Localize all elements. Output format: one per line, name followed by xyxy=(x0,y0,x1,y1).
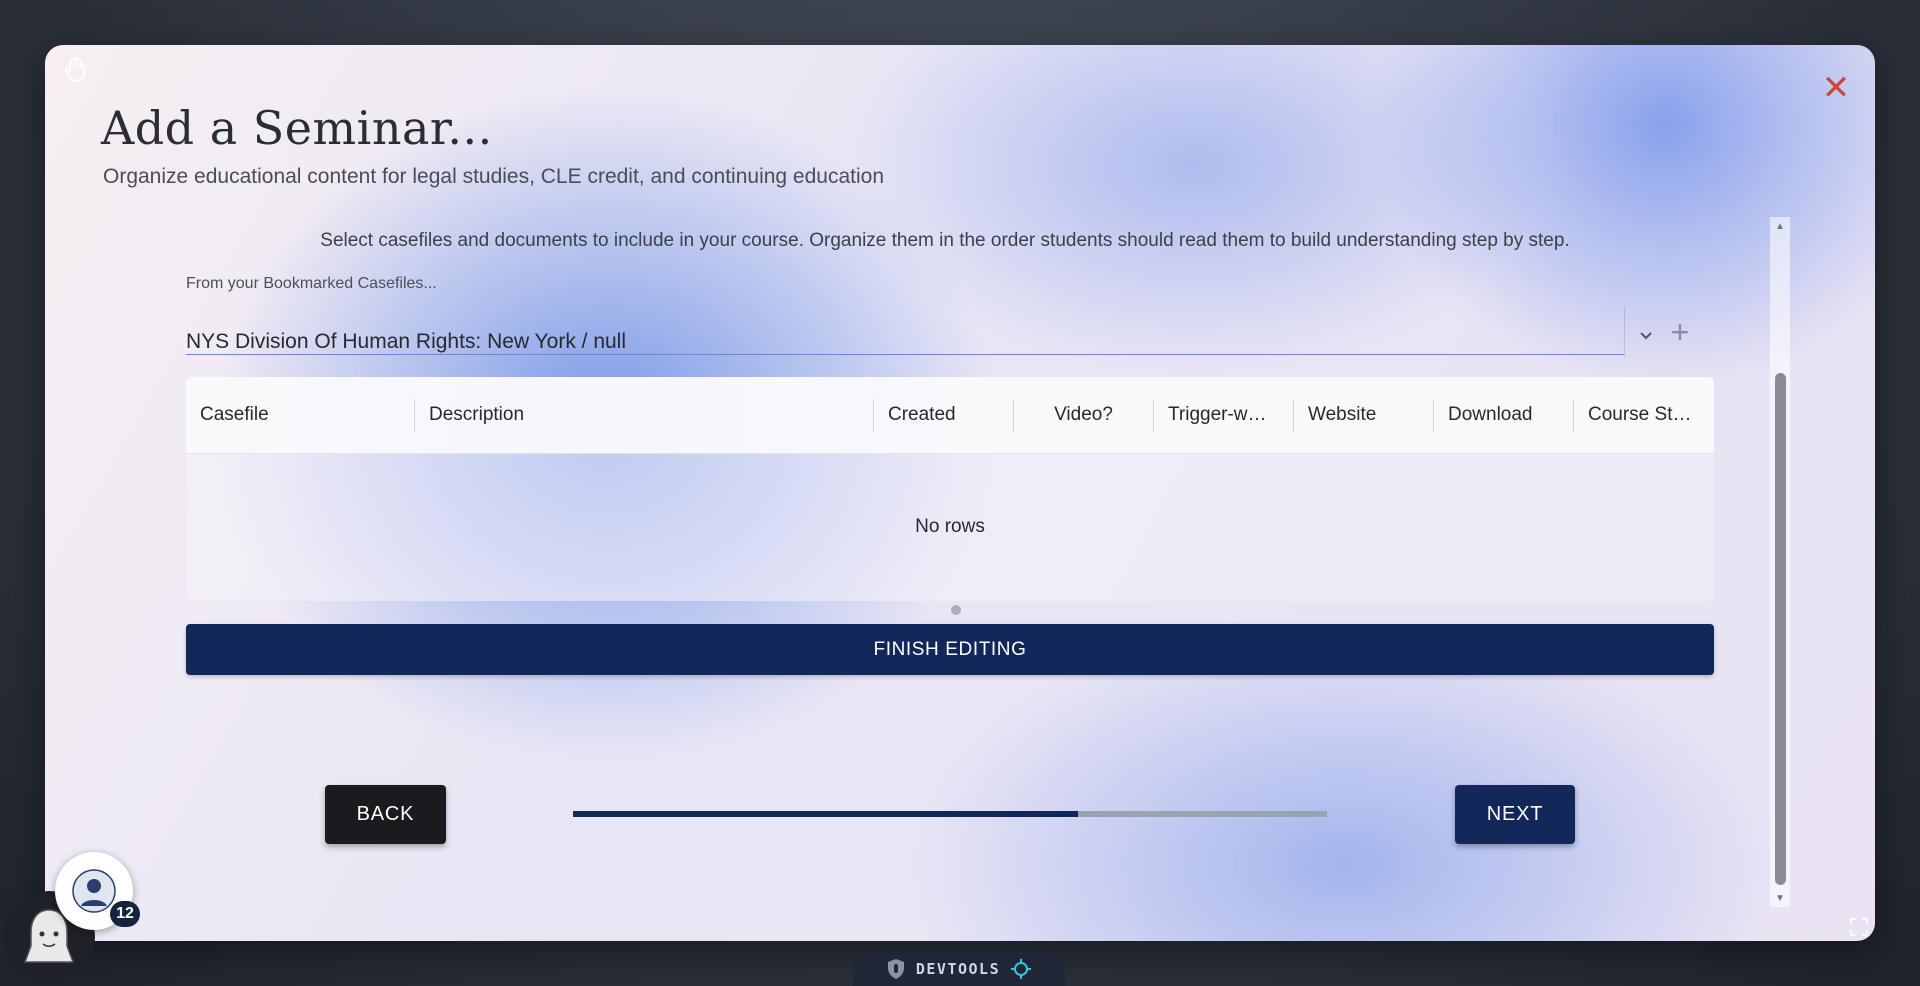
add-seminar-dialog: ✕ Add a Seminar... Organize educational … xyxy=(45,45,1875,941)
scroll-up-arrow-icon[interactable]: ▲ xyxy=(1770,217,1790,235)
devtools-label: DEVTOOLS xyxy=(915,960,1001,978)
finish-editing-button[interactable]: FINISH EDITING xyxy=(186,624,1714,675)
grid-header: Casefile Description Created Video? Trig… xyxy=(186,377,1714,454)
chevron-down-icon[interactable] xyxy=(1634,323,1658,347)
step-indicator-dot xyxy=(951,605,961,615)
column-header-video[interactable]: Video? xyxy=(1014,377,1153,453)
close-icon[interactable]: ✕ xyxy=(1821,71,1851,105)
column-header-casefile[interactable]: Casefile xyxy=(186,377,414,453)
back-button[interactable]: BACK xyxy=(325,785,446,844)
step-instruction: Select casefiles and documents to includ… xyxy=(320,230,1570,251)
wizard-progress-fill xyxy=(573,811,1079,817)
select-divider xyxy=(1624,307,1625,357)
column-header-created[interactable]: Created xyxy=(874,377,1013,453)
devtools-toggle[interactable]: DEVTOOLS xyxy=(853,952,1065,986)
scrollbar-thumb[interactable] xyxy=(1775,373,1786,885)
column-header-description[interactable]: Description xyxy=(415,377,873,453)
column-header-download[interactable]: Download xyxy=(1434,377,1573,453)
casefile-grid: Casefile Description Created Video? Trig… xyxy=(186,377,1714,601)
hand-grab-icon[interactable] xyxy=(61,55,89,83)
bookmark-field-label: From your Bookmarked Casefiles... xyxy=(186,275,437,292)
shield-icon xyxy=(887,959,904,979)
column-header-website[interactable]: Website xyxy=(1294,377,1433,453)
column-header-course-status[interactable]: Course St… xyxy=(1574,377,1714,453)
scroll-down-arrow-icon[interactable]: ▼ xyxy=(1770,889,1790,907)
dialog-scrollbar[interactable]: ▲ ▼ xyxy=(1770,217,1790,907)
dialog-title: Add a Seminar... xyxy=(101,101,493,155)
grid-empty-message: No rows xyxy=(915,516,985,537)
column-header-trigger-warning[interactable]: Trigger-w… xyxy=(1154,377,1293,453)
casefile-select-value: NYS Division Of Human Rights: New York /… xyxy=(186,330,627,353)
next-button[interactable]: NEXT xyxy=(1455,785,1575,844)
add-casefile-button[interactable]: + xyxy=(1665,316,1695,348)
expand-icon[interactable] xyxy=(1849,917,1869,937)
crosshair-icon[interactable] xyxy=(1010,958,1032,980)
notification-count-badge: 12 xyxy=(110,901,140,927)
casefile-select[interactable]: NYS Division Of Human Rights: New York /… xyxy=(186,310,1624,355)
wizard-progress-bar xyxy=(573,811,1327,817)
laymans-logo-icon xyxy=(72,869,116,913)
dialog-subtitle: Organize educational content for legal s… xyxy=(103,165,884,188)
step-content: Select casefiles and documents to includ… xyxy=(145,215,1825,755)
